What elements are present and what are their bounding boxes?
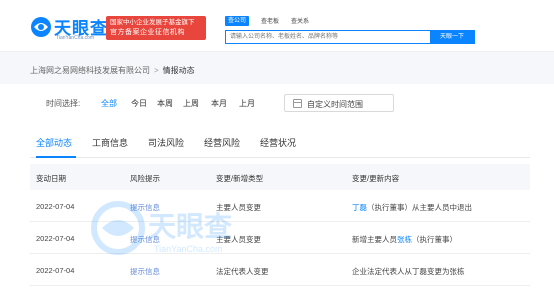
time-option-today[interactable]: 今日 [131, 98, 147, 109]
table-header: 变动日期 风险提示 变更/新增类型 变更/更新内容 [30, 164, 530, 190]
breadcrumb-current: 情报动态 [162, 66, 195, 75]
time-option-all[interactable]: 全部 [101, 98, 117, 109]
row-risk-link[interactable]: 提示信息 [130, 266, 160, 277]
time-option-this-week[interactable]: 本周 [157, 98, 173, 109]
table-row: 2022-07-04 提示信息 主要人员变更 新增主要人员张栋（执行董事） [30, 222, 530, 254]
calendar-icon [293, 99, 302, 108]
breadcrumb-company-link[interactable]: 上海网之易网络科技发展有限公司 [30, 66, 150, 75]
row-date: 2022-07-04 [36, 202, 75, 211]
row-content: 企业法定代表人从丁磊变更为张栋 [352, 266, 465, 277]
official-badge: 国家中小企业发展子基金旗下 官方备案企业征信机构 [106, 16, 206, 40]
table-row: 2022-07-04 提示信息 主要人员变更 丁磊（执行董事）从主要人员中退出 [30, 190, 530, 222]
search-tab-relation[interactable]: 查关系 [291, 16, 309, 25]
breadcrumb-separator: > [154, 66, 159, 75]
row-risk-link[interactable]: 提示信息 [130, 202, 160, 213]
badge-line1: 国家中小企业发展子基金旗下 [110, 19, 195, 26]
search-input[interactable] [226, 31, 431, 43]
time-option-last-week[interactable]: 上周 [183, 98, 199, 109]
time-option-this-month[interactable]: 本月 [211, 98, 227, 109]
row-content: 新增主要人员张栋（执行董事） [352, 234, 457, 245]
search-tab-company[interactable]: 查公司 [225, 16, 250, 26]
search-tab-boss[interactable]: 查老板 [261, 16, 279, 25]
search-button[interactable]: 天眼一下 [430, 31, 474, 43]
badge-line2: 官方备案企业征信机构 [110, 29, 185, 36]
header-change-type: 变更/新增类型 [216, 174, 264, 183]
breadcrumb: 上海网之易网络科技发展有限公司 > 情报动态 [30, 65, 195, 76]
tab-judicial-risk[interactable]: 司法风险 [148, 136, 184, 149]
row-person-link[interactable]: 丁磊 [352, 203, 367, 212]
tab-all-updates[interactable]: 全部动态 [36, 136, 72, 149]
row-date: 2022-07-04 [36, 266, 75, 275]
row-type: 主要人员变更 [216, 203, 261, 212]
tab-operating-status[interactable]: 经营状况 [260, 136, 296, 149]
row-content-pre: 新增主要人员 [352, 235, 397, 244]
header-risk-tip: 风险提示 [130, 174, 160, 183]
category-tabs: 全部动态 工商信息 司法风险 经营风险 经营状况 [30, 134, 530, 158]
row-content-post: （执行董事） [412, 235, 457, 244]
custom-time-range-button[interactable]: 自定义时间范围 [284, 94, 394, 112]
table-row: 2022-07-04 提示信息 法定代表人变更 企业法定代表人从丁磊变更为张栋 [30, 254, 530, 286]
time-filter-label: 时间选择: [46, 99, 81, 108]
active-tab-indicator [36, 156, 76, 158]
row-date: 2022-07-04 [36, 234, 75, 243]
row-content-pre: 企业法定代表人从丁磊变更为张栋 [352, 267, 465, 276]
header-change-content: 变更/更新内容 [352, 174, 400, 183]
logo-eye-icon [31, 17, 51, 37]
row-risk-link[interactable]: 提示信息 [130, 234, 160, 245]
row-type: 主要人员变更 [216, 235, 261, 244]
top-header: 天眼查 TianYanCha.com 国家中小企业发展子基金旗下 官方备案企业征… [0, 0, 554, 52]
row-person-link[interactable]: 张栋 [397, 235, 412, 244]
row-content: 丁磊（执行董事）从主要人员中退出 [352, 202, 472, 213]
logo-url: TianYanCha.com [56, 35, 95, 41]
time-option-last-month[interactable]: 上月 [239, 98, 255, 109]
tab-business-info[interactable]: 工商信息 [92, 136, 128, 149]
row-content-post: （执行董事）从主要人员中退出 [367, 203, 472, 212]
tab-operating-risk[interactable]: 经营风险 [204, 136, 240, 149]
search-box: 天眼一下 [225, 30, 475, 44]
row-type: 法定代表人变更 [216, 267, 269, 276]
header-change-date: 变动日期 [36, 174, 66, 183]
custom-time-range-label: 自定义时间范围 [307, 100, 363, 109]
